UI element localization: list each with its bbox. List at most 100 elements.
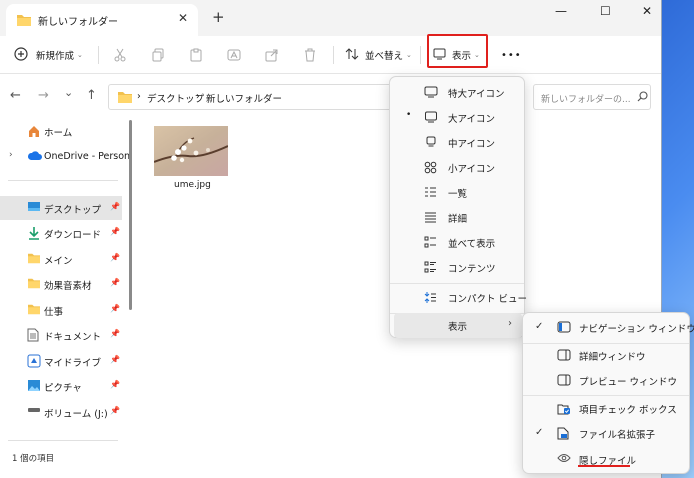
more-options-button[interactable]: ••• [501, 36, 522, 74]
submenu-item-file-extensions[interactable]: ✓ ファイル名拡張子 [527, 421, 687, 447]
menu-divider [390, 283, 524, 284]
selected-bullet-icon: • [406, 110, 412, 120]
menu-item-compact-view[interactable]: コンパクト ビュー [394, 285, 527, 310]
menu-item-extra-large-icons[interactable]: 特大アイコン [394, 80, 522, 105]
menu-item-content[interactable]: コンテンツ [394, 255, 522, 280]
sidebar-item-desktop[interactable]: デスクトップ 📌 [0, 196, 122, 220]
details-icon [424, 211, 438, 224]
menu-item-large-icons[interactable]: • 大アイコン [394, 105, 522, 130]
sidebar-scrollbar[interactable] [129, 120, 132, 310]
sidebar-item-label: ダウンロード [44, 230, 102, 241]
paste-icon[interactable] [189, 36, 203, 74]
sidebar-item-label: 仕事 [44, 307, 64, 318]
cloud-icon [27, 150, 42, 164]
sidebar-item-work[interactable]: 仕事 📌 [0, 298, 122, 322]
sidebar-item-volume[interactable]: ボリューム (J:) 📌 [0, 400, 122, 424]
pin-icon: 📌 [110, 202, 120, 211]
folder-icon [27, 303, 41, 317]
sidebar-item-pictures[interactable]: ピクチャ 📌 [0, 374, 122, 398]
tab-title: 新しいフォルダー [38, 17, 118, 28]
delete-icon[interactable] [303, 36, 317, 74]
folder-icon [16, 13, 32, 30]
view-button-highlight [427, 34, 488, 68]
sidebar-item-downloads[interactable]: ダウンロード 📌 [0, 221, 122, 245]
recent-locations-button[interactable]: ⌄ [64, 86, 73, 99]
up-button[interactable]: ↑ [86, 88, 97, 103]
navigation-pane: ホーム › OneDrive - Person デスクトップ 📌 ダウンロード … [0, 116, 130, 448]
menu-item-label: コンテンツ [448, 264, 496, 275]
breadcrumb-new-folder[interactable]: 新しいフォルダー [206, 91, 282, 105]
close-window-button[interactable]: ✕ [642, 4, 652, 18]
monitor-small-icon [424, 136, 438, 149]
download-icon [27, 226, 41, 240]
submenu-item-label: 詳細ウィンドウ [579, 352, 646, 363]
menu-item-details[interactable]: 詳細 [394, 205, 522, 230]
sidebar-divider [8, 440, 118, 441]
compact-icon [424, 291, 438, 304]
back-button[interactable]: ← [10, 88, 21, 103]
file-item-ume[interactable] [154, 126, 228, 176]
menu-item-list[interactable]: 一覧 [394, 180, 522, 205]
menu-item-label: 詳細 [448, 214, 468, 225]
copy-icon[interactable] [151, 36, 165, 74]
command-bar: 新規作成 ⌄ 並べ替え ⌄ 表示 ⌄ ••• [0, 36, 661, 74]
address-bar[interactable]: › デスクトップ › 新しいフォルダー [108, 84, 408, 110]
drive-icon [27, 354, 41, 368]
new-tab-button[interactable]: + [212, 8, 225, 26]
menu-item-tiles[interactable]: 並べて表示 [394, 230, 522, 255]
file-ext-icon [557, 427, 571, 440]
menu-item-label: 大アイコン [448, 114, 496, 125]
tab-new-folder[interactable]: 新しいフォルダー ✕ [6, 4, 198, 36]
submenu-item-hidden-files[interactable]: 隠しファイル [527, 447, 687, 473]
sort-button[interactable]: 並べ替え ⌄ [345, 36, 412, 74]
pin-icon: 📌 [110, 329, 120, 338]
menu-item-medium-icons[interactable]: 中アイコン [394, 130, 522, 155]
search-box[interactable]: 新しいフォルダーの... [533, 84, 651, 110]
content-icon [424, 261, 438, 274]
pin-icon: 📌 [110, 406, 120, 415]
menu-item-show[interactable]: 表示 › [394, 313, 522, 338]
submenu-item-navigation-pane[interactable]: ✓ ナビゲーション ウィンドウ [527, 315, 694, 341]
menu-item-label: 表示 [448, 322, 468, 333]
forward-button[interactable]: → [38, 88, 49, 103]
sidebar-item-label: デスクトップ [44, 205, 102, 216]
submenu-item-details-pane[interactable]: 詳細ウィンドウ [527, 343, 687, 369]
sidebar-item-main[interactable]: メイン 📌 [0, 247, 122, 271]
file-name[interactable]: ume.jpg [174, 180, 211, 190]
sidebar-item-onedrive[interactable]: › OneDrive - Person [0, 145, 130, 169]
search-icon [637, 91, 648, 105]
monitor-icon [424, 111, 438, 124]
sidebar-item-sound-effects[interactable]: 効果音素材 📌 [0, 272, 122, 296]
sidebar-item-label: ホーム [44, 128, 73, 139]
check-icon: ✓ [535, 321, 544, 332]
pin-icon: 📌 [110, 227, 120, 236]
menu-item-small-icons[interactable]: 小アイコン [394, 155, 522, 180]
submenu-item-item-check-boxes[interactable]: 項目チェック ボックス [527, 396, 687, 422]
rename-icon[interactable] [227, 36, 241, 74]
submenu-item-label: 項目チェック ボックス [579, 405, 677, 416]
submenu-item-preview-pane[interactable]: プレビュー ウィンドウ [527, 368, 687, 394]
share-icon[interactable] [265, 36, 279, 74]
maximize-button[interactable]: ☐ [600, 4, 611, 18]
home-icon [27, 124, 41, 138]
eye-icon [557, 453, 571, 466]
folder-icon [117, 90, 133, 107]
pictures-icon [27, 379, 41, 393]
cut-icon[interactable] [113, 36, 127, 74]
image-thumbnail [154, 126, 228, 176]
menu-item-label: 一覧 [448, 189, 468, 200]
submenu-item-label: ナビゲーション ウィンドウ [579, 324, 694, 335]
pane-left-icon [557, 321, 571, 334]
sidebar-item-documents[interactable]: ドキュメント 📌 [0, 323, 122, 347]
minimize-button[interactable]: — [555, 4, 567, 18]
sort-button-label: 並べ替え [365, 51, 404, 62]
close-tab-icon[interactable]: ✕ [178, 11, 188, 25]
monitor-icon [424, 86, 438, 99]
new-button[interactable]: 新規作成 ⌄ [14, 36, 83, 74]
sidebar-item-my-drive[interactable]: マイドライブ 📌 [0, 349, 122, 373]
pin-icon: 📌 [110, 304, 120, 313]
sidebar-item-label: マイドライブ [44, 358, 102, 369]
sidebar-item-label: OneDrive - Person [44, 151, 131, 162]
sidebar-item-home[interactable]: ホーム [0, 119, 122, 143]
expand-chevron-icon[interactable]: › [9, 150, 13, 160]
